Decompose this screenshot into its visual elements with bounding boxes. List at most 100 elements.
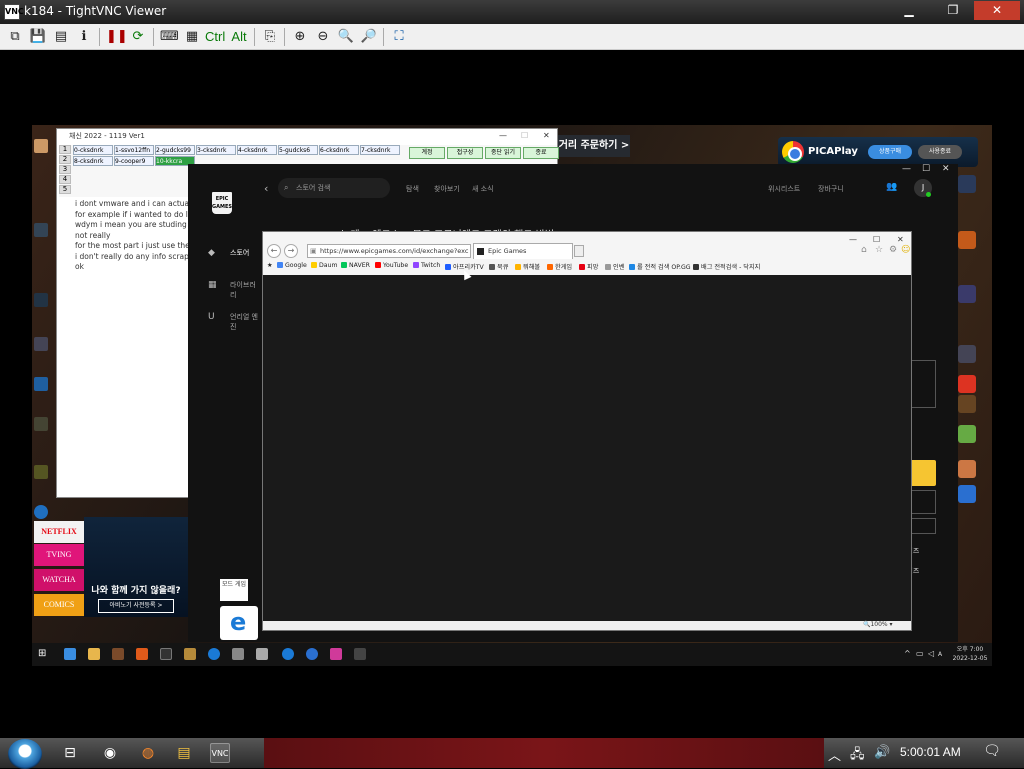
product-buy-button[interactable]: 상품구매: [868, 145, 912, 159]
fav-link-youtube[interactable]: YouTube: [375, 262, 408, 269]
local-clock[interactable]: 5:00:01 AM: [900, 745, 961, 759]
new-tab-button[interactable]: [574, 245, 584, 257]
ime-indicator[interactable]: A: [938, 651, 942, 658]
fav-link-daum[interactable]: Daum: [311, 262, 338, 269]
app-icon[interactable]: [958, 485, 976, 503]
edge-taskbar-icon[interactable]: [282, 648, 294, 660]
sheet-cell[interactable]: 2-gudcks99: [155, 145, 195, 155]
transfer-clipboard-icon[interactable]: ⎘: [261, 27, 279, 47]
usage-end-button[interactable]: 사용종료: [918, 145, 962, 159]
config-button[interactable]: 접구성: [447, 147, 483, 159]
sidebar-item-unreal[interactable]: ᑌ 언리얼 엔진: [188, 306, 262, 331]
fav-link-dakgg[interactable]: 배그 전적검색 - 닥지지: [693, 262, 760, 271]
notifications-icon[interactable]: 🗨: [982, 743, 1002, 761]
sheet-cell[interactable]: 6-cksdnrk: [319, 145, 359, 155]
refresh-icon[interactable]: ⟳: [129, 27, 147, 47]
nav-discover[interactable]: 탐색: [406, 184, 419, 194]
taskbar-app-icon[interactable]: [64, 648, 76, 660]
back-icon[interactable]: ←: [267, 244, 281, 258]
stop-read-button[interactable]: 중단 읽기: [485, 147, 521, 159]
sheet-cell[interactable]: 5-gudcks6: [278, 145, 318, 155]
taskbar-app-icon[interactable]: [112, 648, 124, 660]
tightvnc-app-icon[interactable]: VNC: [4, 4, 24, 20]
sheet-cell[interactable]: 1-ssvo12ffn: [114, 145, 154, 155]
ie-page-content[interactable]: [263, 275, 911, 621]
maximize-button[interactable]: ☐: [521, 129, 528, 143]
ie-shortcut-icon[interactable]: [220, 606, 258, 640]
maximize-button[interactable]: ☐: [922, 164, 930, 174]
browser-tab[interactable]: Epic Games: [473, 243, 573, 259]
save-session-icon[interactable]: 💾: [29, 27, 47, 47]
app-icon[interactable]: [958, 460, 976, 478]
sheet-cell[interactable]: 3-cksdnrk: [196, 145, 236, 155]
favorites-star-icon[interactable]: ☆: [875, 245, 883, 255]
nav-browse[interactable]: 찾아보기: [434, 184, 460, 194]
forward-icon[interactable]: →: [284, 244, 298, 258]
fav-link-muhaebol[interactable]: 뭐해볼: [515, 262, 540, 271]
exit-button[interactable]: 종료: [523, 147, 559, 159]
epic-logo[interactable]: EPIC GAMES: [212, 192, 232, 214]
app-icon[interactable]: [958, 425, 976, 443]
file-explorer-icon[interactable]: [88, 648, 100, 660]
zoom-100-icon[interactable]: 🔍: [337, 27, 355, 47]
volume-icon[interactable]: 🔊: [874, 745, 890, 760]
fav-link-twitch[interactable]: Twitch: [413, 262, 440, 269]
minimize-button[interactable]: —: [902, 164, 911, 174]
ctrl-alt-del-icon[interactable]: ⌨: [160, 27, 179, 47]
fav-link-google[interactable]: Google: [277, 262, 307, 269]
fav-link-opgg[interactable]: 롤 전적 검색 OP.GG: [629, 262, 691, 271]
tray-chevron-icon[interactable]: ︿: [828, 745, 841, 764]
taskbar-app-icon[interactable]: [184, 648, 196, 660]
favorites-star-icon[interactable]: ★: [267, 262, 273, 269]
maximize-button[interactable]: ☐: [873, 235, 880, 244]
fav-link-naver[interactable]: NAVER: [341, 262, 370, 269]
task-view-icon[interactable]: ⊟: [60, 743, 80, 763]
pause-icon[interactable]: ❚❚: [106, 27, 128, 47]
options-icon[interactable]: ▤: [52, 27, 70, 47]
tving-button[interactable]: TVING: [34, 544, 84, 566]
desktop-icon[interactable]: [34, 337, 48, 351]
nav-news[interactable]: 새 소식: [472, 184, 494, 194]
app-icon[interactable]: [958, 375, 976, 393]
ctrl-key-button[interactable]: Ctrl: [205, 27, 225, 47]
nav-wishlist[interactable]: 위시리스트: [768, 184, 800, 194]
taskbar-app-icon[interactable]: [256, 648, 268, 660]
close-button[interactable]: ✕: [942, 164, 950, 174]
home-icon[interactable]: ⌂: [861, 245, 867, 255]
volume-icon[interactable]: ◁: [928, 649, 934, 658]
ad-cta-button[interactable]: 아비노기 사전등록 >: [98, 599, 174, 613]
fav-link-pmang[interactable]: 피망: [579, 262, 598, 271]
taskbar-app-icon[interactable]: [136, 648, 148, 660]
sheet-cell[interactable]: 7-cksdnrk: [360, 145, 400, 155]
friends-icon[interactable]: 👥: [886, 182, 897, 192]
zoom-auto-icon[interactable]: 🔎: [360, 27, 378, 47]
game-card[interactable]: 모드 게임: [220, 579, 248, 601]
connection-info-icon[interactable]: ℹ: [75, 27, 93, 47]
address-bar[interactable]: ▣ https://www.epicgames.com/id/exchange?…: [307, 244, 471, 258]
sheet-cell[interactable]: 8-cksdnrk: [73, 156, 113, 166]
taskbar-app-icon[interactable]: [354, 648, 366, 660]
minimize-button[interactable]: —: [499, 129, 507, 143]
netflix-button[interactable]: NETFLIX: [34, 521, 84, 543]
desktop-icon[interactable]: [34, 377, 48, 391]
desktop-icon[interactable]: [34, 505, 48, 519]
network-icon[interactable]: 🖧: [850, 745, 865, 767]
sheet-cell[interactable]: 0-cksdnrk: [73, 145, 113, 155]
file-explorer-icon[interactable]: ▤: [174, 743, 194, 763]
sheet-cell[interactable]: 9-cooper9: [114, 156, 154, 166]
zoom-out-icon[interactable]: ⊖: [314, 27, 332, 47]
desktop-icon[interactable]: [34, 465, 48, 479]
terminal-icon[interactable]: [160, 648, 172, 660]
close-button[interactable]: ✕: [897, 235, 904, 244]
desktop-icon[interactable]: [34, 223, 48, 237]
desktop-icon[interactable]: [34, 139, 48, 153]
remote-clock[interactable]: 오후 7:00 2022-12-05: [948, 645, 992, 663]
taskbar-app-icon[interactable]: [330, 648, 342, 660]
ie-browser-window[interactable]: — ☐ ✕ ← → ▣ https://www.epicgames.com/id…: [262, 231, 912, 631]
desktop-icon[interactable]: [34, 293, 48, 307]
watcha-button[interactable]: WATCHA: [34, 569, 84, 591]
desktop-icon[interactable]: [34, 417, 48, 431]
back-icon[interactable]: ‹: [264, 182, 268, 195]
start-button[interactable]: [8, 739, 42, 769]
smiley-icon[interactable]: ☺: [901, 245, 910, 255]
